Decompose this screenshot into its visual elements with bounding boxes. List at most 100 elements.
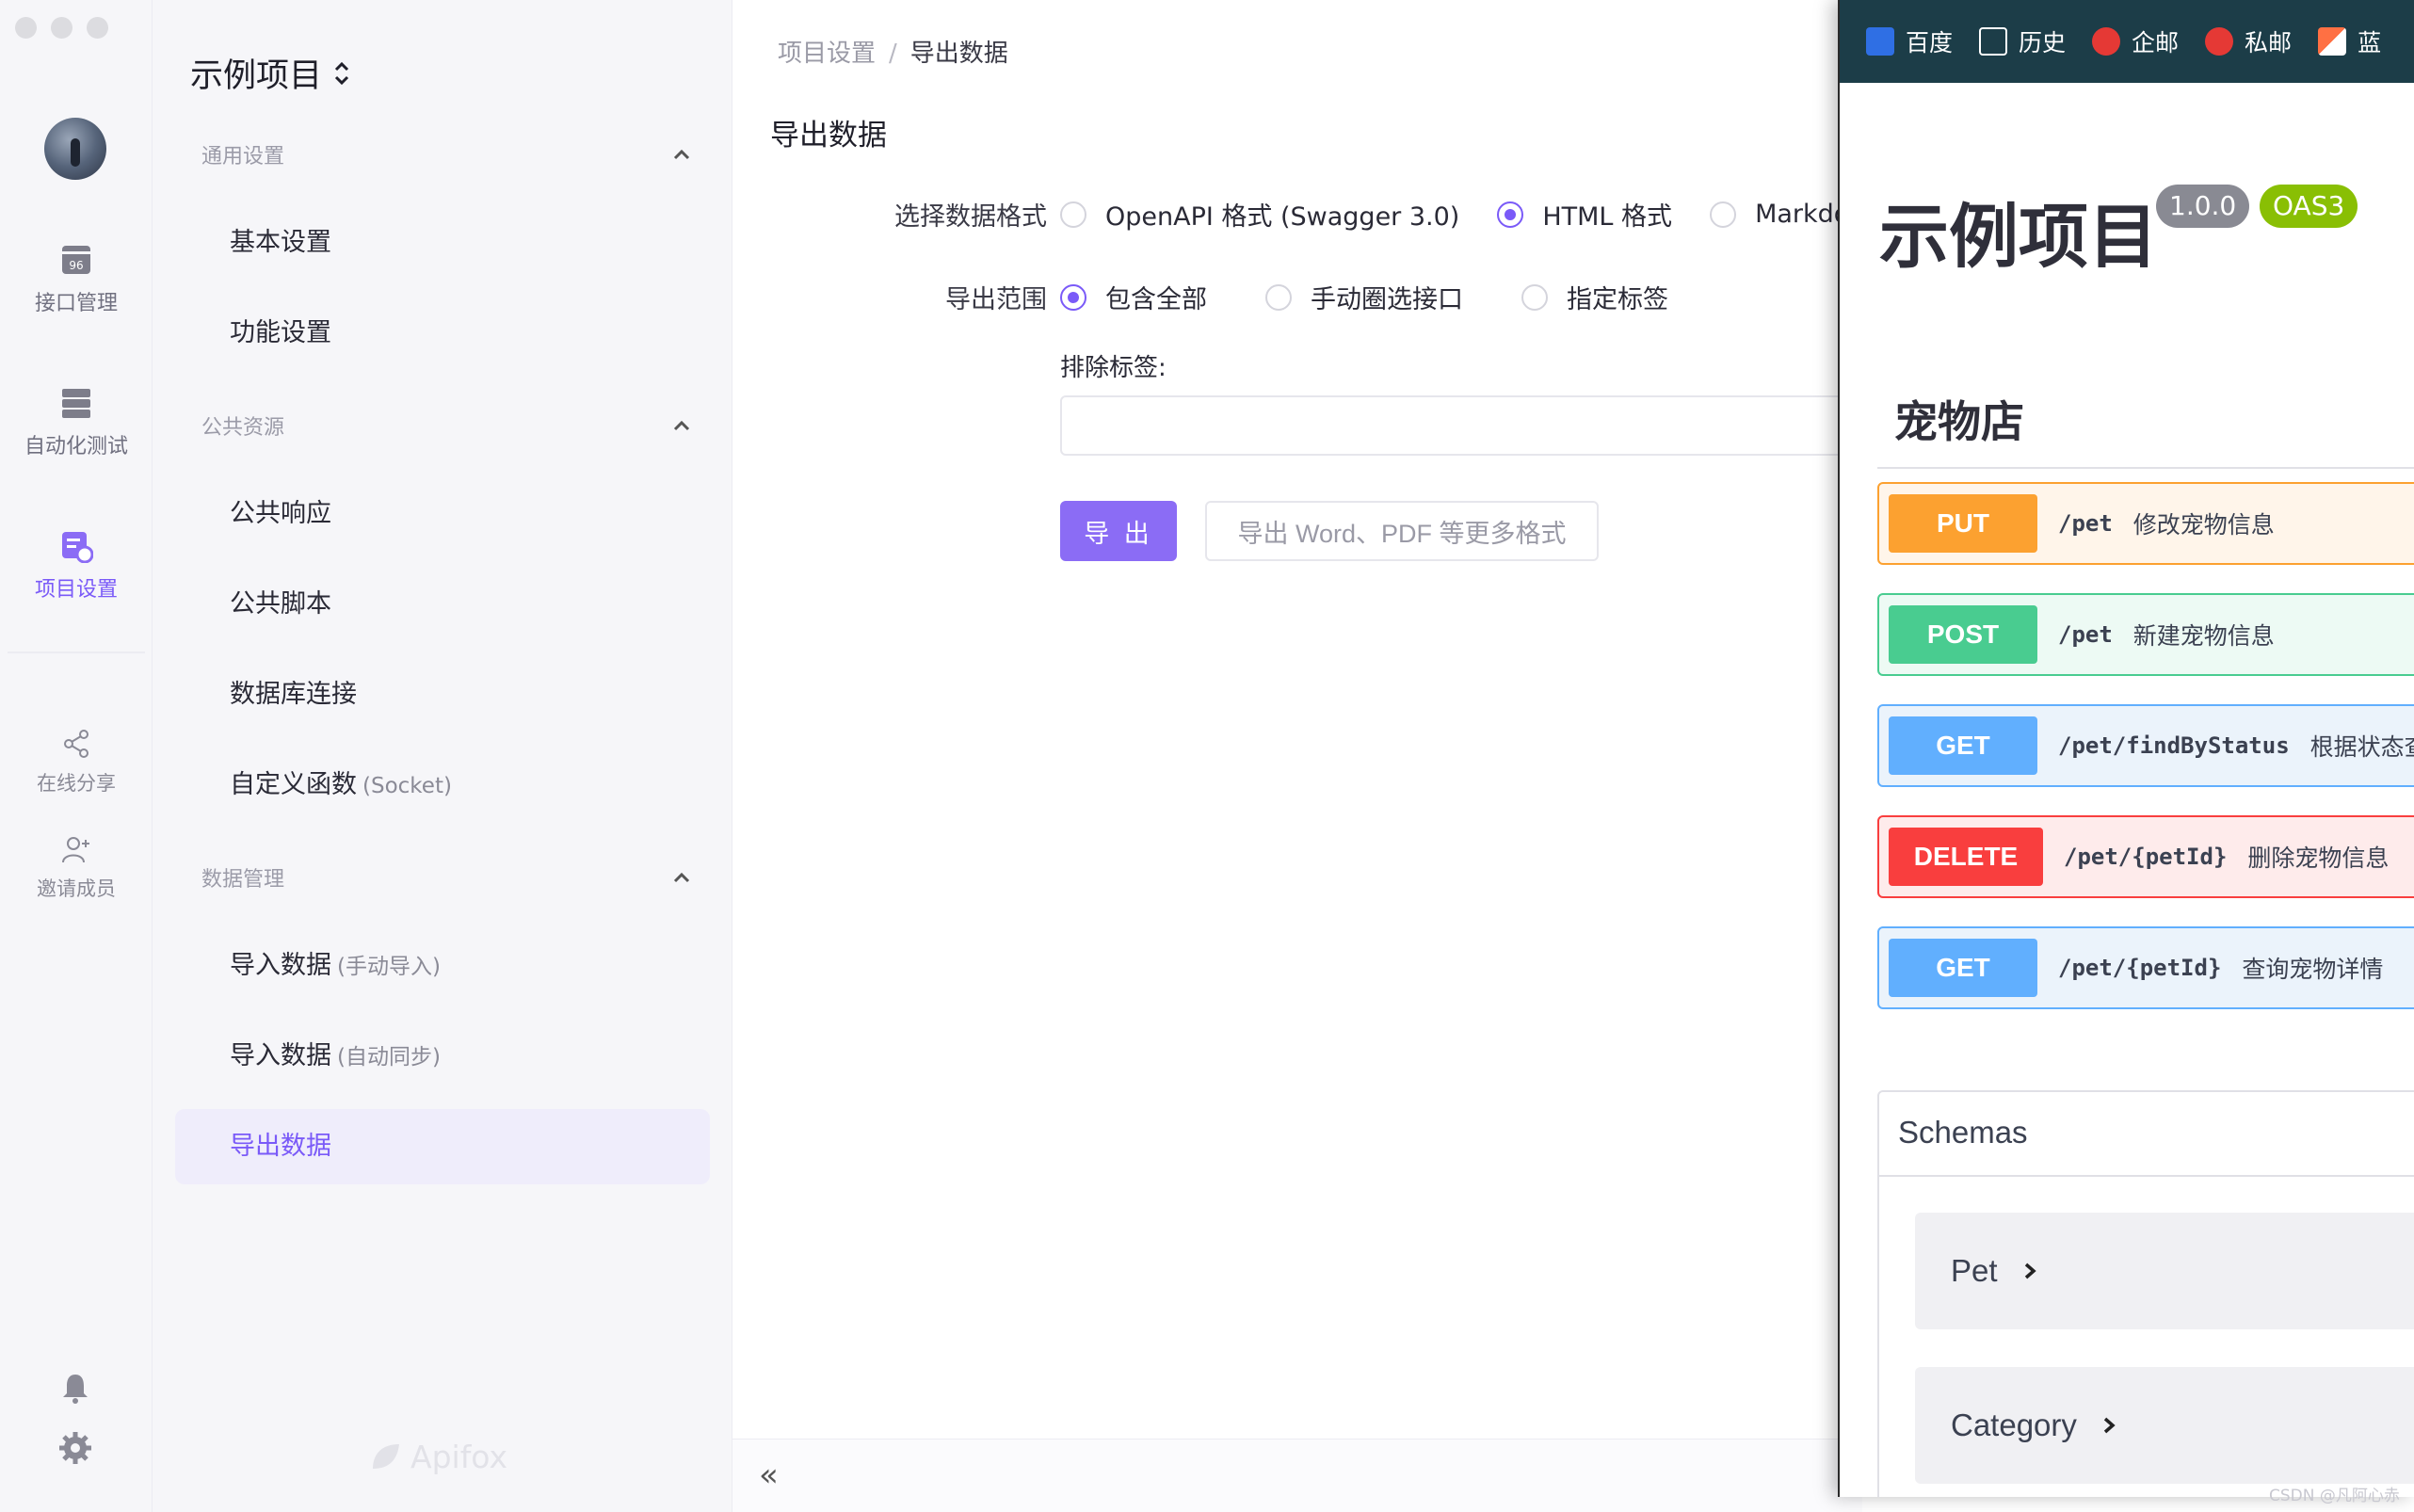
sidebar-item-import-auto-sync[interactable]: 导入数据 (自动同步) xyxy=(175,1019,710,1094)
app-window: 96 接口管理 自动化测试 项目设置 在线分享 邀请成员 示例项目 通用设置 基… xyxy=(0,0,2414,1512)
sidebar-item-database-connections[interactable]: 数据库连接 xyxy=(175,657,710,732)
rail-item-api-management[interactable]: 96 接口管理 xyxy=(0,243,153,316)
schema-name: Category xyxy=(1951,1407,2077,1442)
sidebar-item-custom-functions[interactable]: 自定义函数 (Socket) xyxy=(175,748,710,823)
mail-icon xyxy=(2092,27,2121,56)
baidu-paw-icon xyxy=(1866,27,1894,56)
minimize-window-button[interactable] xyxy=(51,17,72,39)
rail-item-label: 在线分享 xyxy=(37,772,116,795)
operation-post-pet[interactable]: POST /pet 新建宠物信息 xyxy=(1877,593,2414,676)
sidebar-item-shared-responses[interactable]: 公共响应 xyxy=(175,476,710,552)
sidebar-item-note: (自动同步) xyxy=(337,1045,441,1070)
format-label: 选择数据格式 xyxy=(894,202,1047,232)
sidebar-item-label: 公共响应 xyxy=(230,499,331,528)
bookmark-label: 蓝 xyxy=(2358,29,2382,56)
operation-delete-pet[interactable]: DELETE /pet/{petId} 删除宠物信息 xyxy=(1877,815,2414,898)
scope-radio-tags[interactable] xyxy=(1521,283,1548,311)
project-switcher[interactable]: 示例项目 xyxy=(190,49,350,97)
scope-radio-manual[interactable] xyxy=(1265,283,1292,311)
section-general-settings[interactable]: 通用设置 xyxy=(201,139,691,169)
brand-logo: Apifox xyxy=(369,1439,507,1475)
breadcrumb-parent[interactable]: 项目设置 xyxy=(778,40,876,68)
browser-preview-window: 百度 历史 企邮 私邮 蓝 示例项目 1.0.0 OAS3 宠物店 PUT /p… xyxy=(1838,0,2414,1497)
schema-item-category[interactable]: Category xyxy=(1915,1367,2414,1484)
bookmark-private-mail[interactable]: 私邮 xyxy=(2205,24,2292,58)
operation-summary: 删除宠物信息 xyxy=(2247,844,2390,872)
avatar[interactable] xyxy=(44,118,106,180)
bookmark-baidu[interactable]: 百度 xyxy=(1866,24,1953,58)
doc-title: 示例项目 xyxy=(1879,197,2158,278)
breadcrumb: 项目设置 / 导出数据 xyxy=(778,34,1008,69)
schema-name: Pet xyxy=(1951,1253,1998,1288)
left-rail: 96 接口管理 自动化测试 项目设置 在线分享 邀请成员 xyxy=(0,0,153,1512)
rail-item-label: 邀请成员 xyxy=(37,877,116,900)
section-data-management[interactable]: 数据管理 xyxy=(201,862,691,893)
schemas-title[interactable]: Schemas xyxy=(1898,1115,2028,1150)
scope-label: 导出范围 xyxy=(945,285,1047,314)
bookmark-label: 企邮 xyxy=(2132,29,2180,56)
format-radio-markdown[interactable] xyxy=(1710,201,1737,228)
sidebar-item-export-data[interactable]: 导出数据 xyxy=(175,1109,710,1184)
sidebar-item-basic-settings[interactable]: 基本设置 xyxy=(175,205,710,281)
breadcrumb-current: 导出数据 xyxy=(909,40,1008,68)
scope-option-label: 包含全部 xyxy=(1105,285,1207,314)
sidebar-item-label: 功能设置 xyxy=(230,318,331,347)
double-chevron-left-icon[interactable]: « xyxy=(759,1456,779,1494)
method-badge: GET xyxy=(1889,939,2037,997)
exclude-tags-input[interactable] xyxy=(1060,395,1889,456)
sidebar-item-label: 数据库连接 xyxy=(230,680,357,709)
format-radio-html[interactable] xyxy=(1497,201,1524,228)
operation-path: /pet/{petId} xyxy=(2064,844,2228,870)
close-window-button[interactable] xyxy=(15,17,37,39)
project-title: 示例项目 xyxy=(190,57,323,95)
chart-icon xyxy=(2318,27,2347,56)
folder-icon xyxy=(1979,27,2008,56)
tag-heading[interactable]: 宠物店 xyxy=(1894,388,2024,450)
section-shared-resources[interactable]: 公共资源 xyxy=(201,410,691,441)
main-content: 项目设置 / 导出数据 导出数据 选择数据格式 OpenAPI 格式 (Swagge… xyxy=(732,0,1889,1512)
sidebar-item-label: 公共脚本 xyxy=(230,589,331,619)
schemas-section: Schemas Pet Category xyxy=(1877,1090,2414,1497)
bottom-bar: « xyxy=(732,1439,1862,1512)
sidebar-item-label: 自定义函数 xyxy=(230,770,357,799)
rail-item-label: 接口管理 xyxy=(34,292,118,315)
rail-item-label: 自动化测试 xyxy=(24,435,128,458)
chevron-up-icon xyxy=(673,149,690,160)
bell-icon[interactable] xyxy=(58,1371,92,1405)
operation-get-pet-detail[interactable]: GET /pet/{petId} 查询宠物详情 xyxy=(1877,926,2414,1009)
method-badge: POST xyxy=(1889,605,2037,664)
sidebar-item-note: (手动导入) xyxy=(337,955,441,979)
bookmark-corp-mail[interactable]: 企邮 xyxy=(2092,24,2179,58)
window-controls xyxy=(15,17,108,39)
brand-name: Apifox xyxy=(410,1439,508,1475)
rail-item-project-settings[interactable]: 项目设置 xyxy=(0,529,153,603)
bookmark-history[interactable]: 历史 xyxy=(1979,24,2066,58)
rail-item-share[interactable]: 在线分享 xyxy=(0,729,153,796)
scope-radio-all[interactable] xyxy=(1060,283,1086,311)
invite-member-icon xyxy=(62,837,89,863)
bookmark-lan[interactable]: 蓝 xyxy=(2318,24,2381,58)
watermark: CSDN @凡阿心赤 xyxy=(2269,1487,2400,1505)
operation-put-pet[interactable]: PUT /pet 修改宠物信息 xyxy=(1877,482,2414,565)
rail-item-automation-test[interactable]: 自动化测试 xyxy=(0,386,153,459)
operation-path: /pet xyxy=(2058,621,2113,648)
gear-icon[interactable] xyxy=(58,1431,92,1465)
format-radio-openapi[interactable] xyxy=(1060,201,1086,228)
export-button[interactable]: 导 出 xyxy=(1060,501,1177,561)
more-formats-button[interactable]: 导出 Word、PDF 等更多格式 xyxy=(1205,501,1599,561)
sidebar-item-shared-scripts[interactable]: 公共脚本 xyxy=(175,567,710,642)
sidebar-item-import-manual[interactable]: 导入数据 (手动导入) xyxy=(175,928,710,1004)
zoom-window-button[interactable] xyxy=(87,17,108,39)
operation-summary: 根据状态查 xyxy=(2309,733,2414,761)
sidebar-item-feature-settings[interactable]: 功能设置 xyxy=(175,296,710,371)
format-radio-group: OpenAPI 格式 (Swagger 3.0) HTML 格式 Markdow xyxy=(1060,196,1870,233)
format-option-label: OpenAPI 格式 (Swagger 3.0) xyxy=(1105,202,1460,232)
method-badge: GET xyxy=(1889,716,2037,775)
rail-item-invite-member[interactable]: 邀请成员 xyxy=(0,834,153,902)
method-badge: PUT xyxy=(1889,494,2037,553)
scope-option-label: 手动圈选接口 xyxy=(1311,285,1463,314)
oas-badge: OAS3 xyxy=(2260,185,2358,228)
chevron-right-icon xyxy=(2103,1417,2116,1434)
operation-get-find-by-status[interactable]: GET /pet/findByStatus 根据状态查 xyxy=(1877,704,2414,787)
schema-item-pet[interactable]: Pet xyxy=(1915,1213,2414,1329)
